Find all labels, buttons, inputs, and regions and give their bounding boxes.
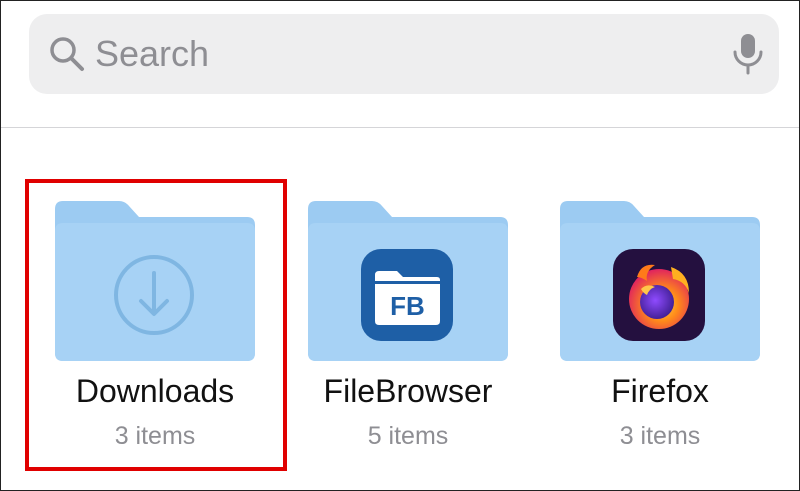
highlight-box [25,179,287,471]
folder-name: Firefox [611,373,709,409]
divider [1,127,799,128]
microphone-icon[interactable] [731,32,765,76]
search-bar[interactable]: Search [29,14,779,94]
folder-name: FileBrowser [323,373,493,409]
folder-firefox[interactable]: Firefox 3 items [560,201,760,451]
filebrowser-app-icon: FB [361,249,453,341]
folder-filebrowser[interactable]: FB FileBrowser 5 items [308,201,508,451]
files-browser-view: Search Downloads 3 items FB FileBrowser … [0,0,800,491]
folder-item-count: 3 items [619,422,701,450]
search-icon [50,37,84,71]
firefox-app-icon [613,249,705,341]
folder-item-count: 5 items [367,422,449,450]
search-input[interactable]: Search [95,34,209,74]
filebrowser-badge-text: FB [390,291,425,321]
